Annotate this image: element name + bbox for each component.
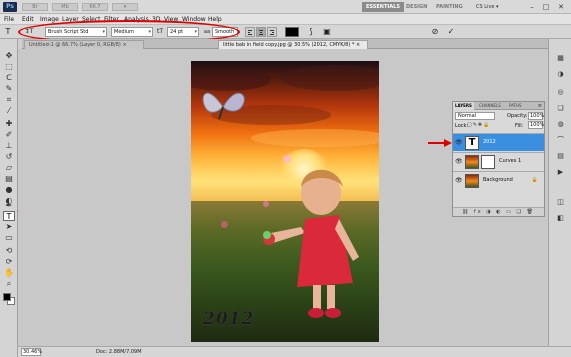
- document-image[interactable]: 2012: [191, 61, 379, 342]
- shape-tool-icon[interactable]: ▭: [3, 233, 15, 243]
- crop-tool-icon[interactable]: ⌗: [3, 95, 15, 105]
- panel-dock: ▦ ◑ ◎ ❏ ◍ ⌒ ▤ ▶ ◫ ◧: [548, 39, 571, 346]
- layer-row-curves[interactable]: 👁 Curves 1: [453, 152, 544, 170]
- text-color-swatch[interactable]: [285, 27, 299, 37]
- path-select-tool-icon[interactable]: ➤: [3, 222, 15, 232]
- history-panel-icon[interactable]: ▤: [555, 151, 566, 161]
- align-left-button[interactable]: [245, 27, 255, 37]
- brush-tool-icon[interactable]: ✐: [3, 130, 15, 140]
- workspace-design[interactable]: DESIGN: [402, 2, 431, 12]
- girl-figure: [263, 169, 359, 318]
- align-right-button[interactable]: [267, 27, 277, 37]
- eye-icon[interactable]: 👁: [455, 177, 463, 184]
- eraser-tool-icon[interactable]: ▱: [3, 163, 15, 173]
- menu-file[interactable]: File: [4, 15, 14, 24]
- opacity-field[interactable]: 100%: [528, 112, 544, 120]
- type-tool-icon[interactable]: T: [3, 211, 15, 221]
- tools-panel: ✥ ⬚ ᑕ ✎ ⌗ ⁄ ✚ ✐ ⊥ ↺ ▱ ▤ ● ◐ ✒ T ➤ ▭ ⟲ ⟳ …: [0, 39, 18, 357]
- arrange-documents-button[interactable]: ▾: [112, 3, 138, 11]
- layers-panel: LAYERS CHANNELS PATHS ≡ Normal Opacity: …: [452, 101, 545, 217]
- menu-edit[interactable]: Edit: [22, 15, 34, 24]
- navigator-panel-icon[interactable]: ◫: [555, 197, 566, 207]
- layer-mask-thumbnail: [481, 155, 495, 169]
- healing-tool-icon[interactable]: ✚: [3, 119, 15, 129]
- commit-edits-icon[interactable]: ✓: [446, 27, 456, 37]
- minibridge-panel-icon[interactable]: ▦: [555, 53, 566, 63]
- text-layer-thumbnail: T: [465, 136, 479, 150]
- mini-bridge-button[interactable]: Mb: [52, 3, 78, 11]
- document-tabs: Untitled-1 @ 66.7% (Layer 0, RGB/8) × li…: [22, 39, 549, 49]
- warp-text-icon[interactable]: ⟆: [306, 27, 316, 37]
- blur-tool-icon[interactable]: ●: [3, 185, 15, 195]
- minimize-button[interactable]: –: [527, 3, 537, 11]
- quick-select-tool-icon[interactable]: ✎: [3, 84, 15, 94]
- layer-name: Background: [483, 177, 513, 183]
- layer-name: Curves 1: [499, 158, 522, 164]
- move-tool-icon[interactable]: ✥: [3, 51, 15, 61]
- fill-label: Fill:: [515, 123, 524, 129]
- blend-mode-select[interactable]: Normal: [455, 112, 495, 120]
- foreground-color-swatch[interactable]: [3, 293, 11, 301]
- clone-stamp-tool-icon[interactable]: ⊥: [3, 141, 15, 151]
- layer-row-background[interactable]: 👁 Background 🔒: [453, 171, 544, 189]
- bridge-button[interactable]: Br: [22, 3, 48, 11]
- 3d-orbit-tool-icon[interactable]: ⟳: [3, 257, 15, 267]
- menu-help[interactable]: Help: [208, 15, 222, 24]
- tab-untitled-1[interactable]: Untitled-1 @ 66.7% (Layer 0, RGB/8) ×: [24, 40, 144, 49]
- photoshop-logo: Ps: [3, 2, 17, 12]
- gradient-tool-icon[interactable]: ▤: [3, 174, 15, 184]
- tab-paths[interactable]: PATHS: [507, 102, 524, 110]
- pen-tool-icon[interactable]: ✒: [3, 201, 15, 211]
- channels-panel-icon[interactable]: ◍: [555, 119, 566, 129]
- eye-icon[interactable]: 👁: [455, 158, 463, 165]
- fill-field[interactable]: 100%: [528, 121, 544, 129]
- cancel-edits-icon[interactable]: ⊘: [430, 27, 440, 37]
- character-panel-icon[interactable]: ▣: [322, 27, 332, 37]
- 3d-rotate-tool-icon[interactable]: ⟲: [3, 246, 15, 256]
- layers-panel-icon[interactable]: ❏: [555, 103, 566, 113]
- annotation-arrow-text-layer: [428, 139, 452, 147]
- panel-tabs: LAYERS CHANNELS PATHS ≡: [453, 102, 544, 110]
- lasso-tool-icon[interactable]: ᑕ: [3, 73, 15, 83]
- type-tool-preset-icon[interactable]: T: [3, 27, 13, 37]
- actions-panel-icon[interactable]: ▶: [555, 167, 566, 177]
- opacity-label: Opacity:: [507, 113, 528, 119]
- color-panel-icon[interactable]: ◧: [555, 213, 566, 223]
- marquee-tool-icon[interactable]: ⬚: [3, 62, 15, 72]
- layer-name: 2012: [483, 139, 496, 145]
- background-thumbnail: [465, 174, 479, 188]
- tab-little-bab-in-field[interactable]: little bab in field copy.jpg @ 30.5% (20…: [218, 40, 368, 49]
- panel-menu-icon[interactable]: ≡: [538, 102, 542, 110]
- layer-row-text[interactable]: 👁 T 2012: [453, 133, 544, 151]
- tab-layers[interactable]: LAYERS: [453, 102, 474, 110]
- hand-tool-icon[interactable]: ✋: [3, 268, 15, 278]
- eyedropper-tool-icon[interactable]: ⁄: [3, 106, 15, 116]
- cs-live-menu[interactable]: CS Live ▾: [476, 2, 499, 12]
- adjustments-panel-icon[interactable]: ◑: [555, 69, 566, 79]
- color-swatches[interactable]: [3, 293, 15, 305]
- eye-icon[interactable]: 👁: [455, 139, 463, 146]
- canvas-text-layer[interactable]: 2012: [203, 309, 254, 329]
- lock-options-icons[interactable]: ▢✎✥🔒: [467, 122, 490, 129]
- zoom-field[interactable]: 30.46%: [21, 348, 42, 356]
- butterfly-shape: [202, 92, 245, 120]
- zoom-level-menu[interactable]: 66.7: [82, 3, 108, 11]
- zoom-tool-icon[interactable]: ⌕: [3, 279, 15, 289]
- workspace-painting[interactable]: PAINTING: [432, 2, 467, 12]
- close-button[interactable]: ✕: [556, 3, 566, 11]
- maximize-button[interactable]: □: [541, 3, 551, 11]
- align-center-button[interactable]: [256, 27, 266, 37]
- workspace-essentials[interactable]: ESSENTIALS: [362, 2, 404, 12]
- history-brush-tool-icon[interactable]: ↺: [3, 152, 15, 162]
- layers-panel-footer[interactable]: ⛓ fx ◑ ◐ ▭ ❏ 🗑: [453, 207, 544, 216]
- tab-channels[interactable]: CHANNELS: [477, 102, 503, 110]
- paths-panel-icon[interactable]: ⌒: [555, 135, 566, 145]
- status-bar: 30.46% Doc: 2.88M/7.09M: [18, 346, 571, 357]
- application-bar: Ps Br Mb 66.7 ▾ ESSENTIALS DESIGN PAINTI…: [0, 0, 571, 14]
- masks-panel-icon[interactable]: ◎: [555, 87, 566, 97]
- curves-adjustment-thumbnail: [465, 155, 479, 169]
- lock-icon: 🔒: [531, 177, 538, 183]
- document-size-info[interactable]: Doc: 2.88M/7.09M: [96, 348, 142, 356]
